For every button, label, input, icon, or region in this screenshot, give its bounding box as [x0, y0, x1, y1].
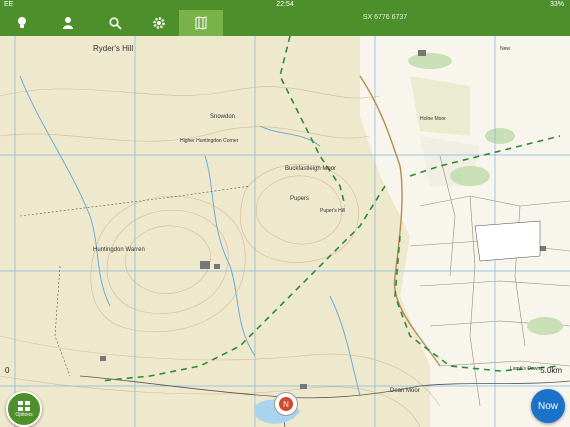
map-label-dean-moor: Dean Moor [390, 388, 420, 394]
options-label: Options [15, 411, 33, 418]
profile-button[interactable] [46, 10, 90, 36]
map-canvas[interactable] [0, 36, 570, 427]
map-label-puper-hill: Puper's Hill [320, 208, 346, 214]
search-icon [108, 16, 122, 30]
options-button[interactable]: Options [6, 391, 42, 427]
lightbulb-icon [18, 17, 26, 28]
clock: 22:54 [276, 1, 294, 8]
user-icon [63, 17, 73, 29]
compass-icon: N [279, 397, 293, 411]
grid-reference: SX 6776 6737 [362, 14, 408, 21]
map-label-new-town: New [500, 46, 511, 52]
battery-label: 33% [549, 1, 564, 8]
compass-north-label: N [283, 400, 289, 409]
map-label-higher-huntingdon-corner: Higher Huntingdon Corner [180, 138, 239, 144]
compass-button[interactable]: N [274, 392, 298, 416]
map-label-holne-moor: Holne Moor [420, 116, 446, 122]
map-label-pupers: Pupers [290, 196, 310, 202]
map-label-snowdon: Snowdon [210, 114, 236, 120]
scale-start: 0 [5, 366, 10, 375]
lightbulb-button[interactable] [0, 10, 44, 36]
now-button[interactable]: Now [531, 389, 565, 423]
map-button[interactable] [179, 10, 223, 36]
search-button[interactable] [93, 10, 137, 36]
grid-icon [18, 400, 30, 411]
map-view[interactable]: Ryder's Hill Snowdon Higher Huntingdon C… [0, 36, 570, 427]
toolbar: SX 6776 6737 [0, 10, 570, 36]
map-icon [195, 16, 207, 30]
scale-end: 5.0km [540, 366, 562, 375]
map-label-buckfastleigh-moor: Buckfastleigh Moor [285, 166, 337, 172]
map-label-lambs-down: Lamb's Down [510, 366, 541, 372]
status-bar: EE 22:54 33% [0, 0, 570, 10]
map-label-ryders-hill: Ryder's Hill [93, 44, 134, 53]
settings-button[interactable] [137, 10, 181, 36]
gear-icon [153, 17, 165, 29]
map-label-huntingdon-warren: Huntingdon Warren [93, 247, 145, 253]
